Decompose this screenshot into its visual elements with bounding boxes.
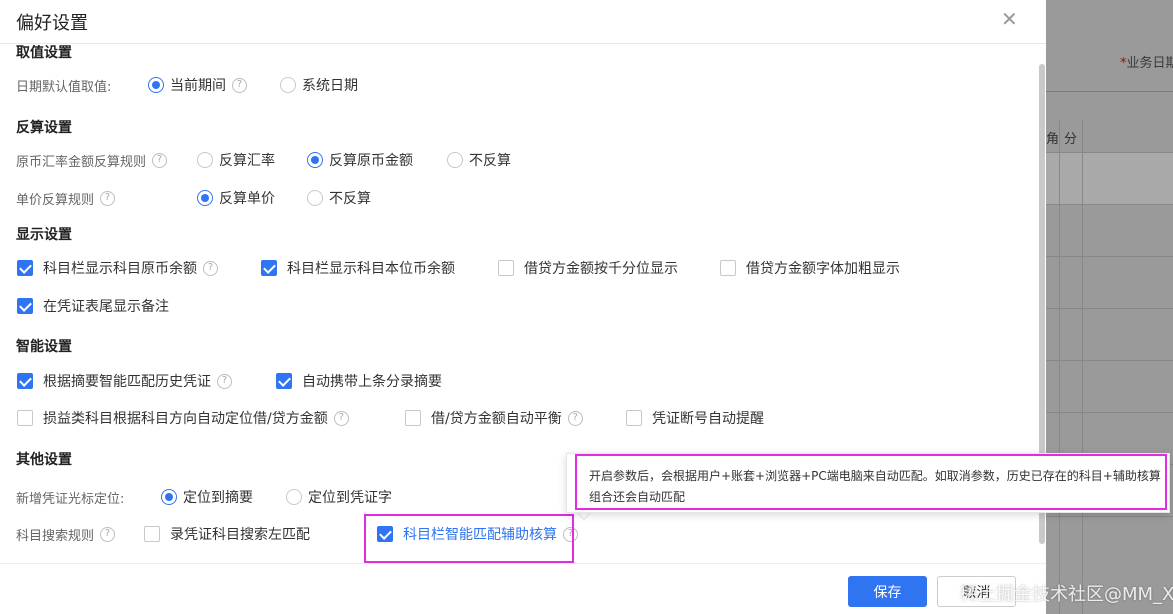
bg-selected-row <box>1046 152 1173 204</box>
checkbox-pl-auto-locate[interactable]: 损益类科目根据科目方向自动定位借/贷方金额? <box>17 408 349 428</box>
cursor-position-label: 新增凭证光标定位: <box>16 492 125 507</box>
dialog-header: 偏好设置 ✕ <box>0 0 1046 44</box>
checkbox-checked-icon[interactable] <box>276 373 292 389</box>
help-icon[interactable]: ? <box>100 190 116 206</box>
bg-col-fen: 分 <box>1064 132 1078 147</box>
help-icon[interactable]: ? <box>217 373 232 389</box>
radio-current-period[interactable]: 当前期间? <box>148 75 247 95</box>
bg-col-jiao: 角 <box>1046 132 1060 147</box>
checkbox-checked-icon[interactable] <box>17 260 33 276</box>
subject-search-label: 科目搜索规则? <box>16 524 116 544</box>
checkbox-subject-original-balance[interactable]: 科目栏显示科目原币余额? <box>17 258 218 278</box>
tooltip: 开启参数后，会根据用户+账套+浏览器+PC端电脑来自动匹配。如取消参数，历史已存… <box>566 453 1170 513</box>
rate-rule-label: 原币汇率金额反算规则? <box>16 150 168 170</box>
help-icon[interactable]: ? <box>333 410 349 426</box>
bg-business-date-label: *业务日期 <box>1120 56 1173 71</box>
radio-checked-icon[interactable] <box>161 489 177 505</box>
tooltip-text: 开启参数后，会根据用户+账套+浏览器+PC端电脑来自动匹配。如取消参数，历史已存… <box>589 469 1161 504</box>
checkbox-subject-base-balance[interactable]: 科目栏显示科目本位币余额 <box>261 258 455 278</box>
radio-locate-voucher[interactable]: 定位到凭证字 <box>286 487 392 507</box>
radio-unchecked-icon[interactable] <box>307 190 323 206</box>
section-title-value: 取值设置 <box>16 45 72 61</box>
radio-checked-icon[interactable] <box>197 190 213 206</box>
checkbox-left-match[interactable]: 录凭证科目搜索左匹配 <box>144 524 310 544</box>
background-page: *业务日期 角 分 <box>1046 0 1173 614</box>
radio-checked-icon[interactable] <box>307 152 323 168</box>
price-rule-label: 单价反算规则? <box>16 188 116 208</box>
radio-reverse-price[interactable]: 反算单价 <box>197 188 275 208</box>
radio-unchecked-icon[interactable] <box>197 152 213 168</box>
checkbox-unchecked-icon[interactable] <box>720 260 736 276</box>
checkbox-carry-summary[interactable]: 自动携带上条分录摘要 <box>276 371 442 391</box>
radio-checked-icon[interactable] <box>148 77 164 93</box>
checkbox-unchecked-icon[interactable] <box>17 410 33 426</box>
checkbox-footer-remark[interactable]: 在凭证表尾显示备注 <box>17 296 169 316</box>
checkbox-unchecked-icon[interactable] <box>144 526 160 542</box>
radio-reverse-original[interactable]: 反算原币金额 <box>307 150 413 170</box>
close-icon[interactable]: ✕ <box>1001 8 1018 30</box>
checkbox-match-history[interactable]: 根据摘要智能匹配历史凭证? <box>17 371 232 391</box>
bg-table-header: 角 分 <box>1046 120 1173 152</box>
help-icon[interactable]: ? <box>567 410 583 426</box>
bg-divider <box>1046 91 1173 92</box>
checkbox-unchecked-icon[interactable] <box>405 410 421 426</box>
checkbox-gap-reminder[interactable]: 凭证断号自动提醒 <box>626 408 764 428</box>
help-icon[interactable]: ? <box>100 526 116 542</box>
section-title-display: 显示设置 <box>16 227 72 243</box>
radio-system-date[interactable]: 系统日期 <box>280 75 358 95</box>
radio-unchecked-icon[interactable] <box>280 77 296 93</box>
section-title-reverse: 反算设置 <box>16 120 72 136</box>
help-icon[interactable]: ? <box>203 260 218 276</box>
date-default-label: 日期默认值取值: <box>16 80 112 95</box>
save-button[interactable]: 保存 <box>848 576 927 607</box>
checkbox-checked-icon[interactable] <box>261 260 277 276</box>
checkbox-unchecked-icon[interactable] <box>626 410 642 426</box>
section-title-smart: 智能设置 <box>16 339 72 355</box>
checkbox-checked-icon[interactable] <box>17 298 33 314</box>
radio-no-reverse[interactable]: 不反算 <box>447 150 511 170</box>
dialog-title: 偏好设置 <box>16 13 88 34</box>
checkbox-thousand-separator[interactable]: 借贷方金额按千分位显示 <box>498 258 678 278</box>
checkbox-bold-amount[interactable]: 借贷方金额字体加粗显示 <box>720 258 900 278</box>
radio-reverse-rate[interactable]: 反算汇率 <box>197 150 275 170</box>
radio-unchecked-icon[interactable] <box>447 152 463 168</box>
help-icon[interactable]: ? <box>232 77 247 93</box>
radio-locate-summary[interactable]: 定位到摘要 <box>161 487 253 507</box>
help-icon[interactable]: ? <box>152 152 168 168</box>
section-title-other: 其他设置 <box>16 452 72 468</box>
watermark: 稀土掘金技术社区@MM_XIAO <box>960 584 1173 605</box>
checkbox-unchecked-icon[interactable] <box>498 260 514 276</box>
highlight-box <box>364 514 574 563</box>
checkbox-auto-balance[interactable]: 借/贷方金额自动平衡? <box>405 408 583 428</box>
checkbox-checked-icon[interactable] <box>17 373 33 389</box>
radio-price-no-reverse[interactable]: 不反算 <box>307 188 371 208</box>
dialog-footer: 保存 取消 <box>0 563 1046 614</box>
radio-unchecked-icon[interactable] <box>286 489 302 505</box>
